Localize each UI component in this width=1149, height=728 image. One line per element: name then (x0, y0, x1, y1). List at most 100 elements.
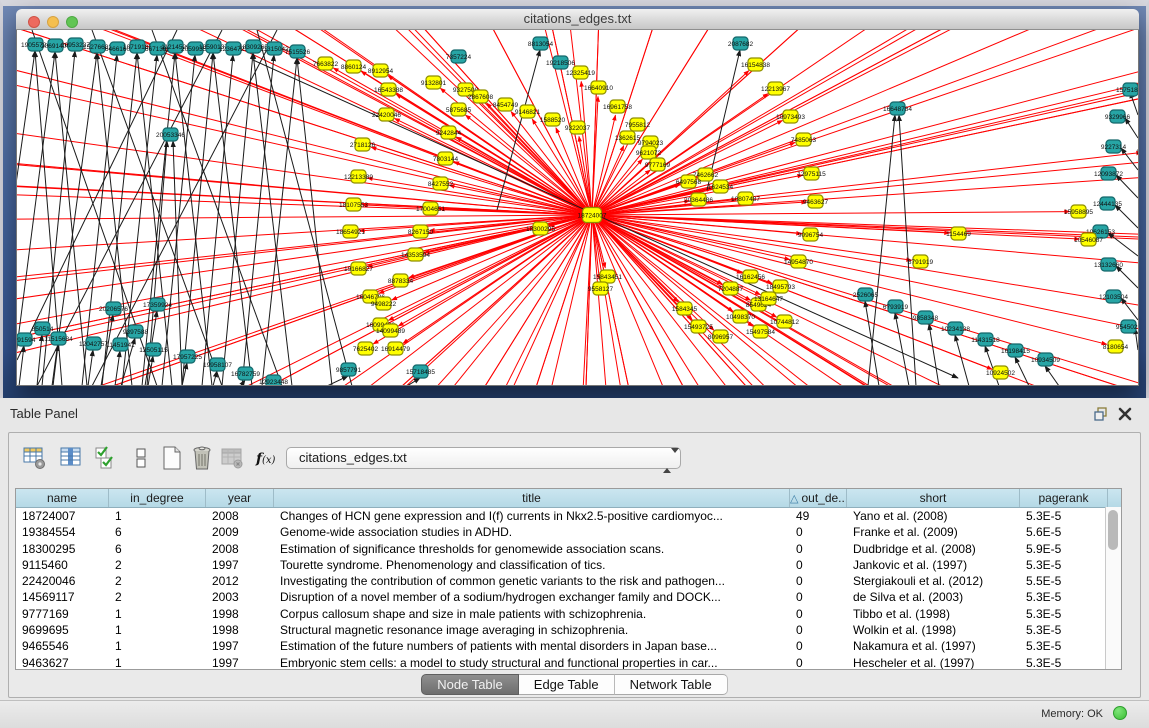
scrollbar-thumb[interactable] (1108, 510, 1118, 550)
network-node[interactable]: 11451941 (106, 338, 135, 351)
column-header-title[interactable]: title (274, 489, 790, 507)
network-node[interactable]: 19218506 (546, 56, 575, 69)
table-cell[interactable]: 5.3E-5 (1020, 606, 1108, 622)
table-cell[interactable]: 5.3E-5 (1020, 622, 1108, 638)
network-node[interactable]: 8860124 (341, 60, 367, 73)
column-header-pagerank[interactable]: pagerank (1020, 489, 1108, 507)
network-node[interactable]: 9857791 (336, 363, 362, 376)
network-node[interactable]: 7663822 (313, 57, 339, 70)
table-cell[interactable]: Nakamura et al. (1997) (847, 638, 1020, 654)
function-builder-icon[interactable]: f (x) (253, 445, 279, 471)
network-node[interactable]: 18727799 (1136, 145, 1138, 158)
network-node[interactable]: 19958107 (203, 358, 232, 371)
memory-ok-icon[interactable] (1113, 706, 1127, 720)
network-node[interactable]: 17004651 (416, 202, 445, 215)
create-column-icon[interactable] (159, 445, 185, 471)
table-row[interactable]: 2242004622012Investigating the contribut… (16, 573, 1121, 589)
table-cell[interactable]: 18724007 (16, 508, 109, 524)
table-cell[interactable]: 2008 (206, 541, 274, 557)
network-node[interactable]: 18654921 (336, 225, 365, 238)
table-cell[interactable]: 5.3E-5 (1020, 589, 1108, 605)
table-cell[interactable]: 5.3E-5 (1020, 638, 1108, 654)
close-icon[interactable] (1117, 406, 1133, 422)
table-cell[interactable]: 2008 (206, 508, 274, 524)
network-node[interactable]: 14954870 (784, 255, 813, 268)
table-cell[interactable]: 1 (109, 508, 206, 524)
network-node[interactable]: 5875685 (446, 103, 472, 116)
table-row[interactable]: 911546021997Tourette syndrome. Phenomeno… (16, 557, 1121, 573)
table-cell[interactable]: 2009 (206, 524, 274, 540)
tab-edge-table[interactable]: Edge Table (519, 674, 615, 695)
network-node[interactable]: 9545029 (1116, 320, 1138, 333)
network-node[interactable]: 8180654 (1103, 340, 1129, 353)
table-cell[interactable]: 0 (790, 589, 847, 605)
table-cell[interactable]: Stergiakouli et al. (2012) (847, 573, 1020, 589)
column-header-short[interactable]: short (847, 489, 1020, 507)
table-cell[interactable]: 2003 (206, 589, 274, 605)
table-cell[interactable]: Yano et al. (2008) (847, 508, 1020, 524)
table-cell[interactable]: 6 (109, 541, 206, 557)
table-mode-icon[interactable] (22, 445, 48, 471)
table-cell[interactable]: 0 (790, 606, 847, 622)
table-cell[interactable]: 0 (790, 541, 847, 557)
table-cell[interactable]: 5.9E-5 (1020, 541, 1108, 557)
tab-node-table[interactable]: Node Table (421, 674, 519, 695)
network-window[interactable]: citations_edges.txt 19055724206914061095… (16, 9, 1139, 386)
table-cell[interactable]: 1 (109, 622, 206, 638)
network-node[interactable]: 7955812 (625, 118, 651, 131)
network-node[interactable]: 8791919 (908, 255, 934, 268)
table-cell[interactable]: Estimation of significance thresholds fo… (274, 541, 790, 557)
table-cell[interactable]: Investigating the contribution of common… (274, 573, 790, 589)
table-cell[interactable]: 49 (790, 508, 847, 524)
table-cell[interactable]: 2012 (206, 573, 274, 589)
network-node[interactable]: 16198415 (1001, 344, 1030, 357)
network-node[interactable]: 18107553 (339, 198, 368, 211)
table-cell[interactable]: 9115460 (16, 557, 109, 573)
network-node[interactable]: 16961758 (603, 100, 632, 113)
table-cell[interactable]: 1998 (206, 622, 274, 638)
network-node[interactable]: 16640910 (584, 81, 613, 94)
network-node[interactable]: 11431518 (971, 333, 1000, 346)
table-cell[interactable]: 1998 (206, 606, 274, 622)
network-node[interactable]: 2526065 (853, 288, 879, 301)
table-cell[interactable]: Hescheler et al. (1997) (847, 655, 1020, 670)
table-cell[interactable]: 9777169 (16, 606, 109, 622)
table-row[interactable]: 946362711997Embryonic stem cells: a mode… (16, 655, 1121, 670)
network-node[interactable]: 20053346 (156, 128, 185, 141)
table-cell[interactable]: Genome-wide association studies in ADHD. (274, 524, 790, 540)
column-header-in_degree[interactable]: in_degree (109, 489, 206, 507)
network-node[interactable]: 9227314 (1101, 140, 1127, 153)
table-cell[interactable]: 0 (790, 655, 847, 670)
table-cell[interactable]: 1 (109, 606, 206, 622)
network-node[interactable]: 9558127 (588, 282, 614, 295)
network-node[interactable]: 16914479 (381, 342, 410, 355)
table-cell[interactable]: 6 (109, 524, 206, 540)
table-cell[interactable]: 1997 (206, 655, 274, 670)
float-window-icon[interactable] (1093, 406, 1109, 422)
table-cell[interactable]: 1997 (206, 557, 274, 573)
table-row[interactable]: 969969511998Structural magnetic resonanc… (16, 622, 1121, 638)
network-node[interactable]: 2718126 (350, 138, 376, 151)
network-node[interactable]: 9777169 (645, 158, 671, 171)
table-vertical-scrollbar[interactable] (1105, 507, 1121, 669)
table-cell[interactable]: Changes of HCN gene expression and I(f) … (274, 508, 790, 524)
network-node[interactable]: 12213967 (761, 82, 790, 95)
table-cell[interactable]: 22420046 (16, 573, 109, 589)
network-node[interactable]: 16154838 (741, 58, 770, 71)
table-cell[interactable]: Structural magnetic resonance image aver… (274, 622, 790, 638)
table-row[interactable]: 977716911998Corpus callosum shape and si… (16, 606, 1121, 622)
table-cell[interactable]: 9465546 (16, 638, 109, 654)
table-cell[interactable]: Jankovic et al. (1997) (847, 557, 1020, 573)
network-node[interactable]: 12325419 (566, 66, 595, 79)
network-node[interactable]: 7485063 (791, 133, 817, 146)
unselect-all-rows-icon[interactable] (128, 445, 154, 471)
table-row[interactable]: 1830029562008Estimation of significance … (16, 541, 1121, 557)
network-node[interactable]: 16648784 (883, 102, 912, 115)
network-node[interactable]: 850514 (32, 322, 54, 335)
network-node[interactable]: 9463627 (803, 195, 829, 208)
table-cell[interactable]: 0 (790, 557, 847, 573)
network-node[interactable]: 7625402 (353, 342, 379, 355)
table-row[interactable]: 1456911722003Disruption of a novel membe… (16, 589, 1121, 605)
network-node[interactable]: 16782759 (231, 367, 260, 380)
network-node[interactable]: 12505115 (139, 343, 168, 356)
